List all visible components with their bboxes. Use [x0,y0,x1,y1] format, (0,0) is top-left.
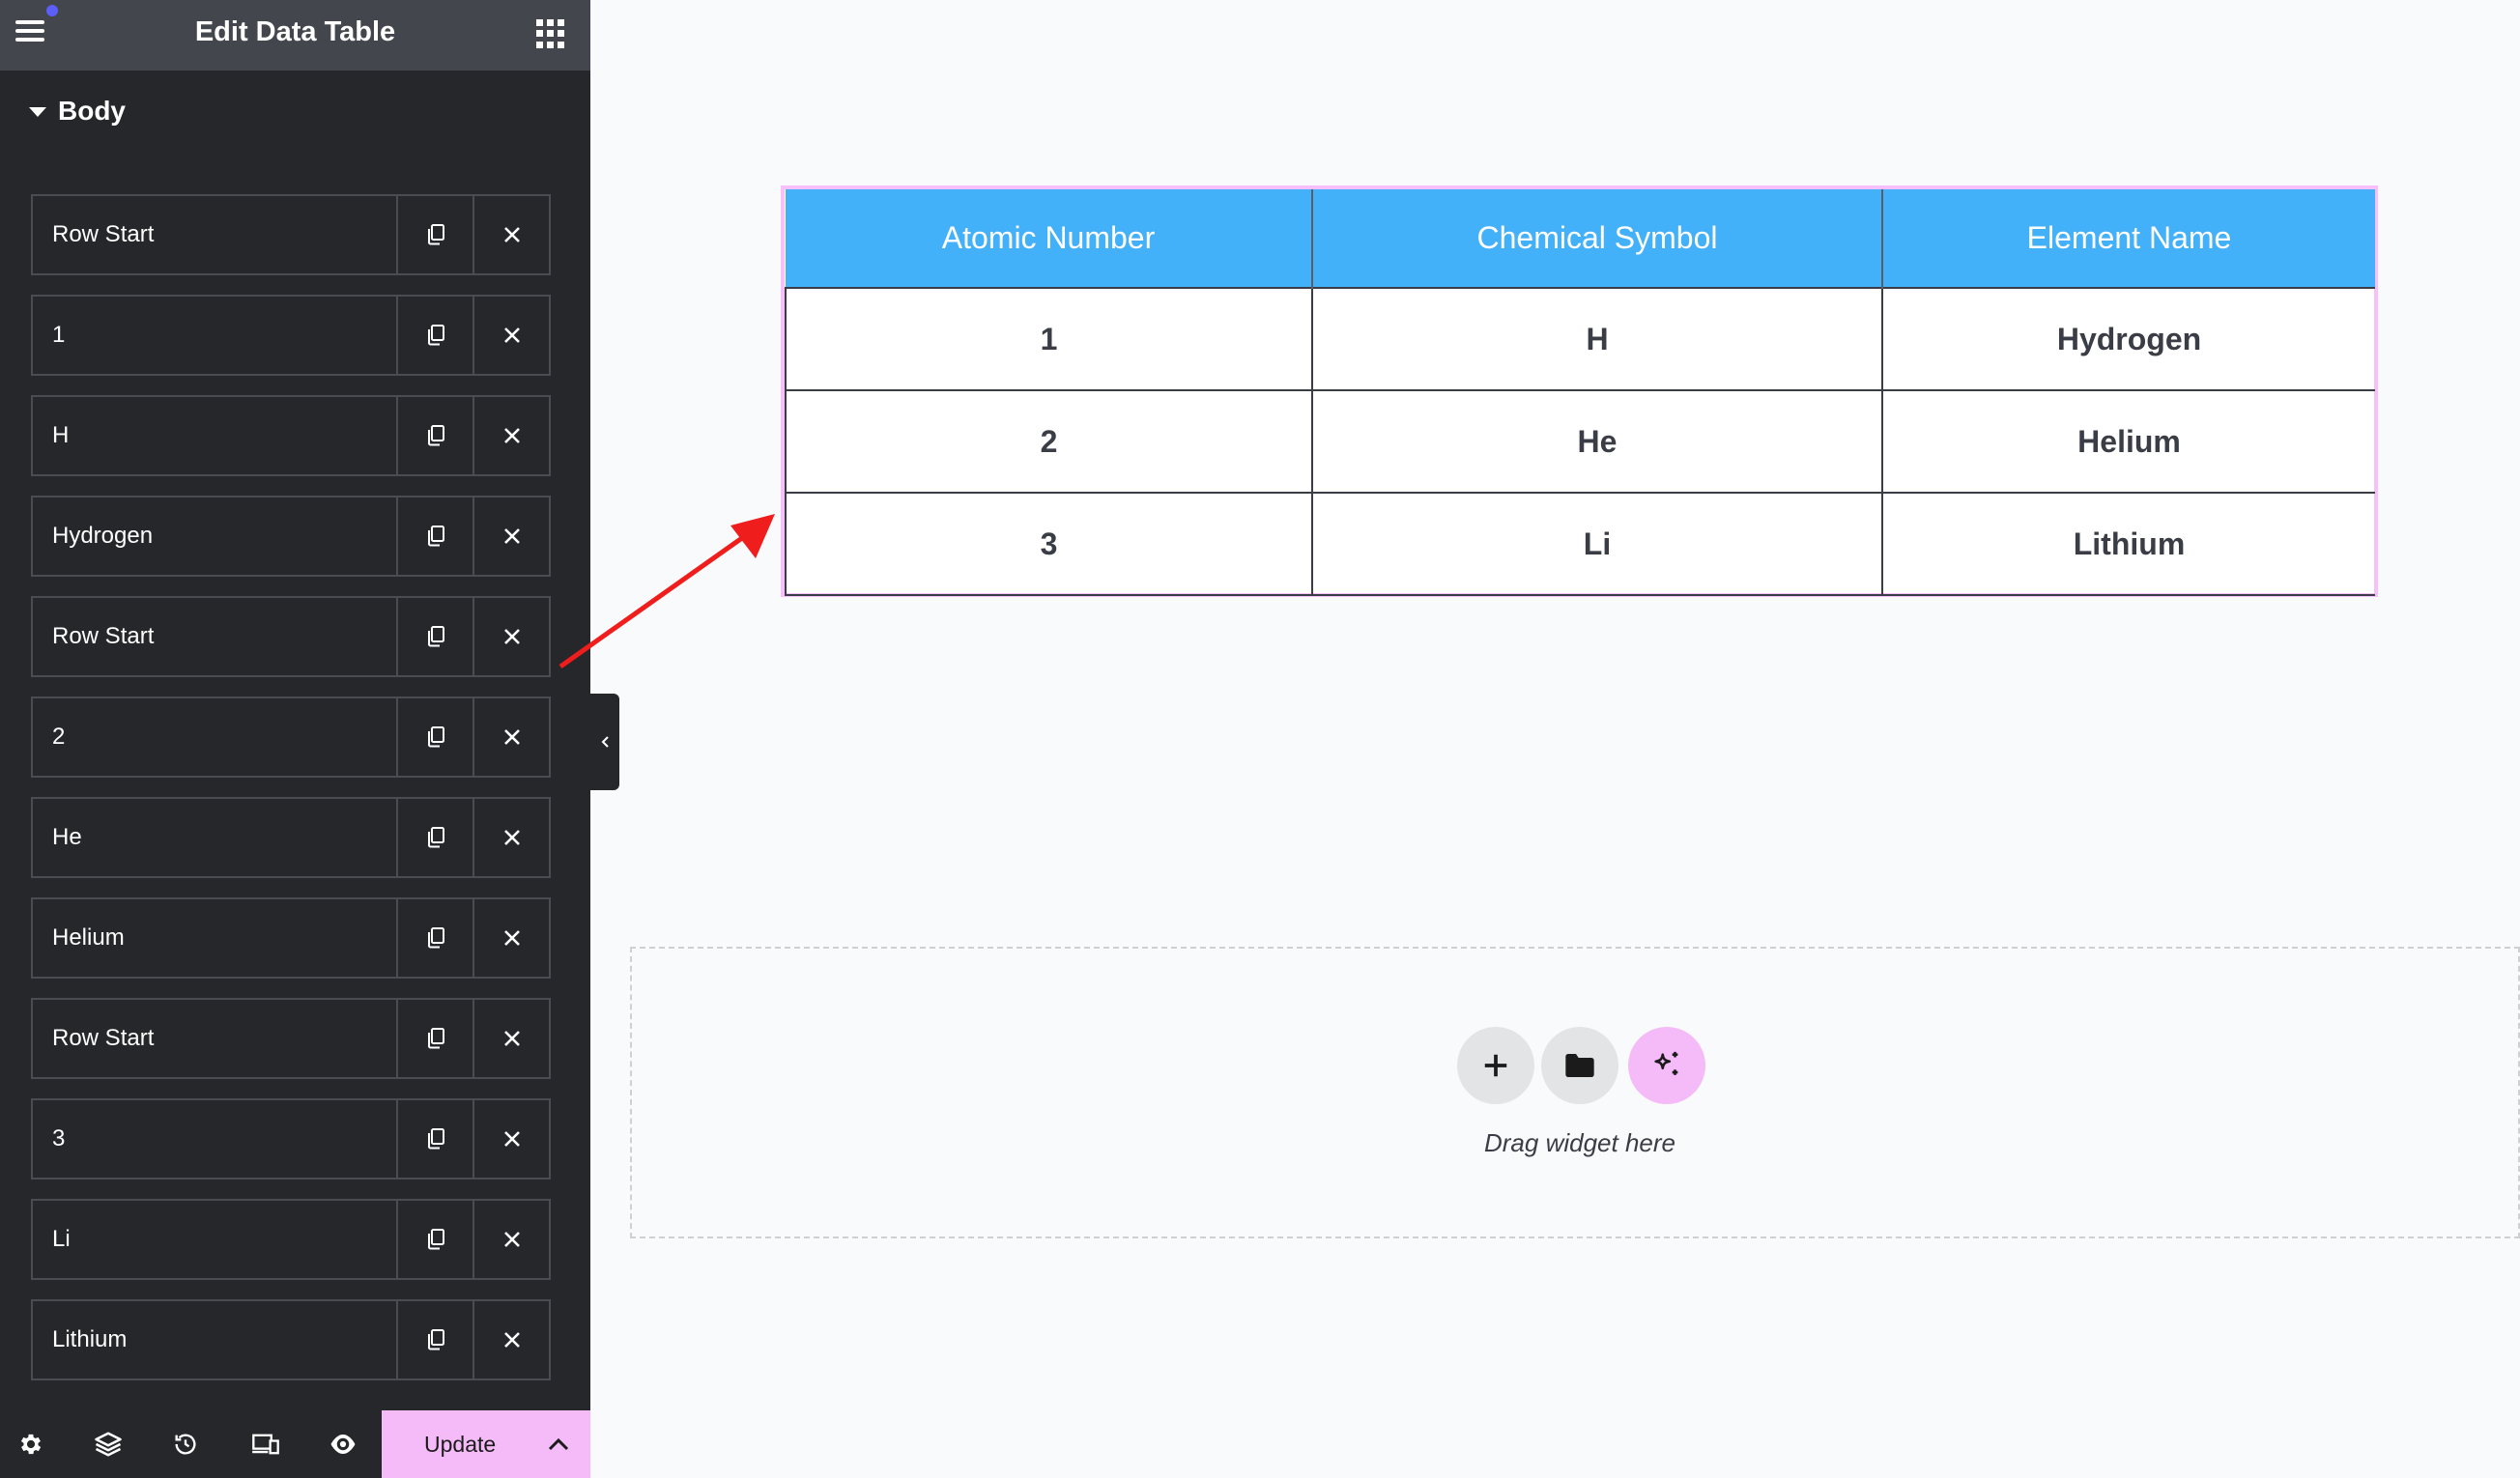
drop-zone-hint: Drag widget here [1484,1128,1675,1157]
folder-icon[interactable] [1541,1027,1618,1104]
remove-close-icon[interactable] [474,397,549,474]
table-cell: Li [1312,492,1883,596]
remove-close-icon[interactable] [474,297,549,374]
remove-close-icon[interactable] [474,1000,549,1077]
add-plus-icon[interactable] [1457,1027,1534,1104]
caret-down-icon [29,107,46,117]
repeater-item-title[interactable]: Lithium [33,1301,398,1379]
table-cell: He [1312,389,1883,493]
repeater-item-title[interactable]: Row Start [33,598,398,675]
repeater-item[interactable]: 3 [31,1098,551,1180]
remove-close-icon[interactable] [474,497,549,575]
repeater-item-title[interactable]: Row Start [33,196,398,273]
table-header-cell: Atomic Number [786,189,1313,288]
repeater-item-title[interactable]: H [33,397,398,474]
editor-panel: Edit Data Table Body Row Start 1 H Hydrogen… [0,0,590,1478]
repeater-item-title[interactable]: 1 [33,297,398,374]
remove-close-icon[interactable] [474,698,549,776]
table-cell: Lithium [1882,492,2375,596]
duplicate-copy-icon[interactable] [398,297,474,374]
duplicate-copy-icon[interactable] [398,899,474,977]
repeater-item-title[interactable]: Helium [33,899,398,977]
repeater-item[interactable]: 1 [31,295,551,376]
settings-gear-icon[interactable] [2,1410,60,1478]
panel-title: Edit Data Table [194,16,396,47]
repeater-item[interactable]: 2 [31,696,551,778]
duplicate-copy-icon[interactable] [398,598,474,675]
data-table-widget[interactable]: Atomic Number Chemical Symbol Element Name… [781,185,2378,597]
repeater-item[interactable]: Helium [31,897,551,979]
duplicate-copy-icon[interactable] [398,1201,474,1278]
repeater-item-title[interactable]: Row Start [33,1000,398,1077]
table-row: 2 He Helium [785,389,2375,493]
table-cell: H [1312,287,1883,390]
remove-close-icon[interactable] [474,1201,549,1278]
table-header-cell: Element Name [1882,189,2375,288]
duplicate-copy-icon[interactable] [398,799,474,876]
update-button-label: Update [424,1432,497,1457]
repeater-item[interactable]: Hydrogen [31,496,551,577]
panel-header: Edit Data Table [0,0,590,71]
table-cell: Hydrogen [1882,287,2375,390]
table-row: 1 H Hydrogen [785,287,2375,390]
table-cell: 2 [785,389,1313,493]
repeater-item[interactable]: Row Start [31,596,551,677]
chevron-up-icon[interactable] [541,1428,576,1461]
duplicate-copy-icon[interactable] [398,1100,474,1178]
section-title: Body [58,96,126,126]
repeater-item-title[interactable]: 2 [33,698,398,776]
body-items-list: Row Start 1 H Hydrogen Row Start 2 He Helium Row… [31,194,551,1400]
remove-close-icon[interactable] [474,196,549,273]
repeater-item[interactable]: Lithium [31,1299,551,1380]
repeater-item[interactable]: Li [31,1199,551,1280]
annotation-arrow [558,514,775,669]
duplicate-copy-icon[interactable] [398,698,474,776]
ai-sparkle-icon[interactable] [1628,1027,1705,1104]
remove-close-icon[interactable] [474,899,549,977]
repeater-item[interactable]: H [31,395,551,476]
repeater-item-title[interactable]: Hydrogen [33,497,398,575]
duplicate-copy-icon[interactable] [398,497,474,575]
repeater-item[interactable]: Row Start [31,194,551,275]
table-cell: 3 [785,492,1313,596]
remove-close-icon[interactable] [474,799,549,876]
duplicate-copy-icon[interactable] [398,196,474,273]
repeater-item-title[interactable]: He [33,799,398,876]
section-toggle-body[interactable]: Body [29,92,126,130]
duplicate-copy-icon[interactable] [398,1000,474,1077]
repeater-item[interactable]: Row Start [31,998,551,1079]
collapse-panel-button[interactable] [590,694,619,790]
remove-close-icon[interactable] [474,1100,549,1178]
table-cell: Helium [1882,389,2375,493]
remove-close-icon[interactable] [474,598,549,675]
update-button[interactable]: Update [382,1410,590,1478]
chevron-left-icon [601,736,609,748]
repeater-item-title[interactable]: 3 [33,1100,398,1178]
layers-icon[interactable] [79,1410,137,1478]
table-cell: 1 [785,287,1313,390]
remove-close-icon[interactable] [474,1301,549,1379]
history-icon[interactable] [157,1410,215,1478]
duplicate-copy-icon[interactable] [398,1301,474,1379]
responsive-icon[interactable] [237,1410,295,1478]
repeater-item[interactable]: He [31,797,551,878]
table-body: 1 H Hydrogen 2 He Helium 3 Li Lithium [785,287,2375,596]
table-row: 3 Li Lithium [785,492,2375,596]
table-header-cell: Chemical Symbol [1312,189,1883,288]
data-table: Atomic Number Chemical Symbol Element Name… [785,189,2375,596]
widgets-grid-icon[interactable] [536,19,565,48]
preview-eye-icon[interactable] [314,1410,372,1478]
table-header-row: Atomic Number Chemical Symbol Element Name [786,189,2375,288]
duplicate-copy-icon[interactable] [398,397,474,474]
repeater-item-title[interactable]: Li [33,1201,398,1278]
